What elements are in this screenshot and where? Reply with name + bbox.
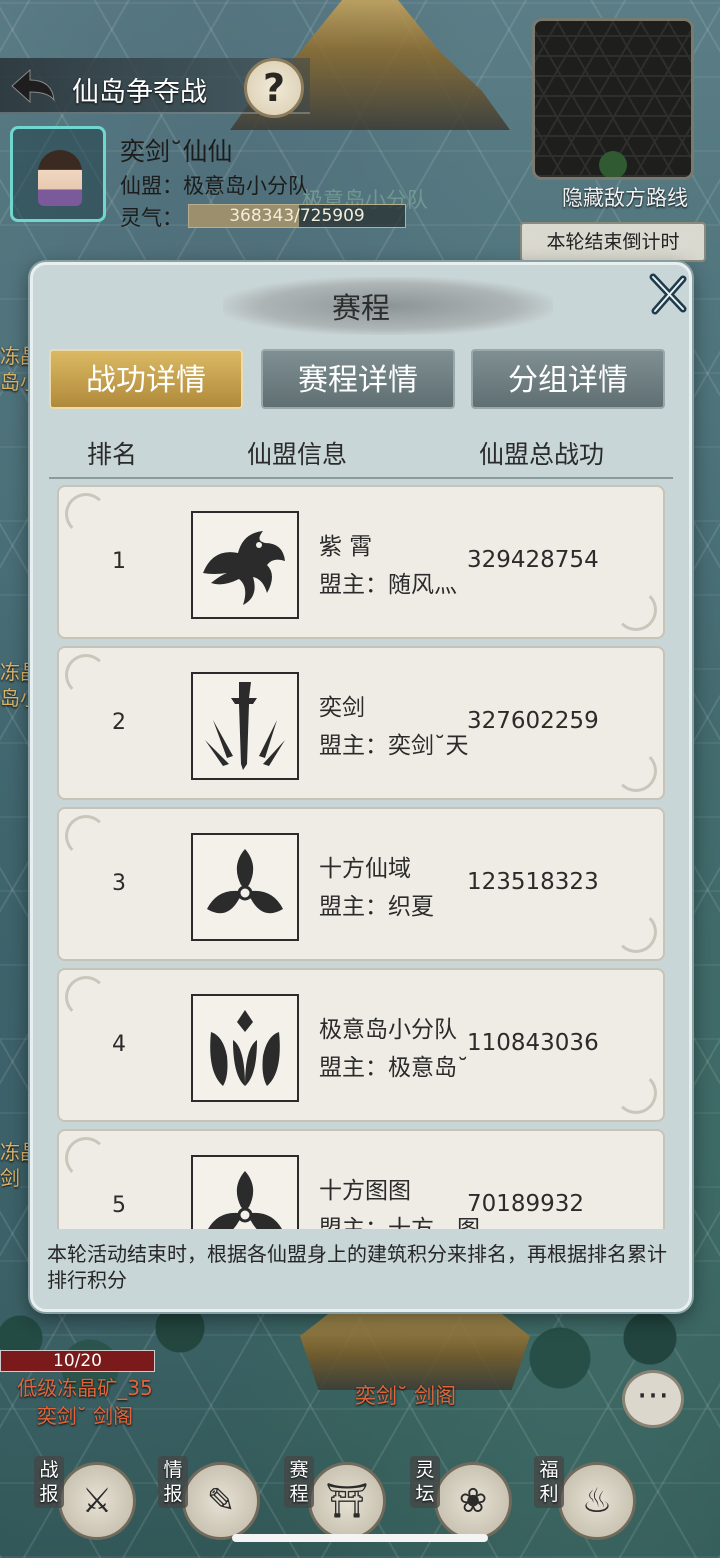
schedule-modal: 赛程 战功详情 赛程详情 分组详情 排名 仙盟信息 仙盟总战功 1 紫 霄 盟主… (30, 262, 692, 1312)
gate-icon: ⛩ (308, 1462, 386, 1540)
avatar[interactable] (38, 150, 82, 206)
modal-title: 赛程 (331, 291, 390, 325)
guild-name: 极意岛小分队 (319, 1017, 457, 1043)
lotus-crest-icon (191, 994, 299, 1102)
close-icon[interactable] (645, 271, 691, 317)
minimap[interactable] (532, 18, 694, 180)
guild-total-merit: 123518323 (467, 869, 599, 895)
table-row[interactable]: 1 紫 霄 盟主：随风灬 329428754 (57, 485, 665, 639)
column-total-merit: 仙盟总战功 (479, 440, 605, 469)
player-guild: 仙盟：极意岛小分队 (120, 174, 309, 198)
guild-leader: 盟主：十方、图 (319, 1216, 480, 1229)
guild-leader: 盟主：随风灬 (319, 572, 457, 598)
chat-button[interactable]: ··· (622, 1370, 684, 1428)
table-header: 排名 仙盟信息 仙盟总战功 (49, 423, 673, 479)
back-arrow-icon[interactable] (8, 66, 58, 106)
ranking-rule-note: 本轮活动结束时，根据各仙盟身上的建筑积分来排名，再根据排名累计排行积分 (47, 1242, 667, 1292)
help-button[interactable]: ? (244, 58, 304, 118)
guild-leader: 盟主：织夏 (319, 894, 434, 920)
ore-label[interactable]: 低级冻晶矿_35 奕剑˘ 剑阁 (0, 1374, 170, 1430)
rank: 1 (112, 549, 126, 574)
home-indicator[interactable] (232, 1534, 488, 1542)
nav-label: 赛程 (284, 1456, 314, 1508)
nav-label: 战报 (34, 1456, 64, 1508)
column-guild-info: 仙盟信息 (247, 440, 348, 469)
tab-merit-details[interactable]: 战功详情 (49, 349, 243, 409)
nav-label: 灵坛 (410, 1456, 440, 1508)
guild-leader: 盟主：奕剑˘天 (319, 733, 469, 759)
tab-group-details[interactable]: 分组详情 (471, 349, 665, 409)
guild-total-merit: 329428754 (467, 547, 599, 573)
guild-name: 十方仙域 (319, 856, 411, 882)
qi-progress-bar: 368343/725909 (188, 204, 406, 228)
nav-welfare[interactable]: ♨ 福利 (534, 1440, 658, 1550)
trefoil-icon (191, 833, 299, 941)
scroll-icon: ✎ (182, 1462, 260, 1540)
nav-battle-report[interactable]: ⚔ 战报 (34, 1440, 158, 1550)
guild-name: 奕剑 (319, 695, 365, 721)
guild-total-merit: 70189932 (467, 1191, 585, 1217)
column-rank: 排名 (87, 440, 138, 469)
table-row[interactable]: 5 十方图图 盟主：十方、图 70189932 (57, 1129, 665, 1229)
guild-name: 紫 霄 (319, 534, 373, 560)
round-countdown: 本轮结束倒计时 (520, 222, 706, 262)
ranking-list[interactable]: 1 紫 霄 盟主：随风灬 329428754 2 奕剑 盟主：奕剑˘天 3276… (49, 481, 673, 1229)
ore-owner: 奕剑˘ 剑阁 (36, 1404, 134, 1428)
map-label: 剑 (0, 1166, 20, 1190)
nav-label: 福利 (534, 1456, 564, 1508)
qi-value: 368343/725909 (229, 206, 365, 226)
tab-schedule-details[interactable]: 赛程详情 (261, 349, 455, 409)
table-row[interactable]: 2 奕剑 盟主：奕剑˘天 327602259 (57, 646, 665, 800)
lotus-icon: ❀ (434, 1462, 512, 1540)
page-title: 仙岛争夺战 (72, 77, 207, 108)
guild-name: 十方图图 (319, 1178, 411, 1204)
rank: 5 (112, 1193, 126, 1218)
crossed-swords-icon: ⚔ (58, 1462, 136, 1540)
hide-enemy-route-toggle[interactable]: 隐藏敌方路线 (545, 182, 705, 214)
trefoil-icon (191, 1155, 299, 1229)
sword-icon (191, 672, 299, 780)
ore-progress: 10/20 (0, 1350, 155, 1372)
rank: 4 (112, 1032, 126, 1057)
table-row[interactable]: 3 十方仙域 盟主：织夏 123518323 (57, 807, 665, 961)
rank: 3 (112, 871, 126, 896)
minimap-position-marker (599, 151, 627, 177)
player-info: 奕剑˘仙仙 仙盟：极意岛小分队 极意岛小分队 灵气： 368343/725909 (10, 120, 430, 230)
table-row[interactable]: 4 极意岛小分队 盟主：极意岛˘ 110843036 (57, 968, 665, 1122)
qi-label: 灵气： (120, 206, 183, 230)
guild-leader: 盟主：极意岛˘ (319, 1055, 469, 1081)
nav-label: 情报 (158, 1456, 188, 1508)
player-name: 奕剑˘仙仙 (120, 137, 233, 166)
rank: 2 (112, 710, 126, 735)
guild-total-merit: 327602259 (467, 708, 599, 734)
map-guild-label: 奕剑˘ 剑阁 (355, 1384, 457, 1408)
ore-name: 低级冻晶矿_35 (17, 1376, 153, 1400)
pouch-icon: ♨ (558, 1462, 636, 1540)
guild-total-merit: 110843036 (467, 1030, 599, 1056)
dragon-icon (191, 511, 299, 619)
